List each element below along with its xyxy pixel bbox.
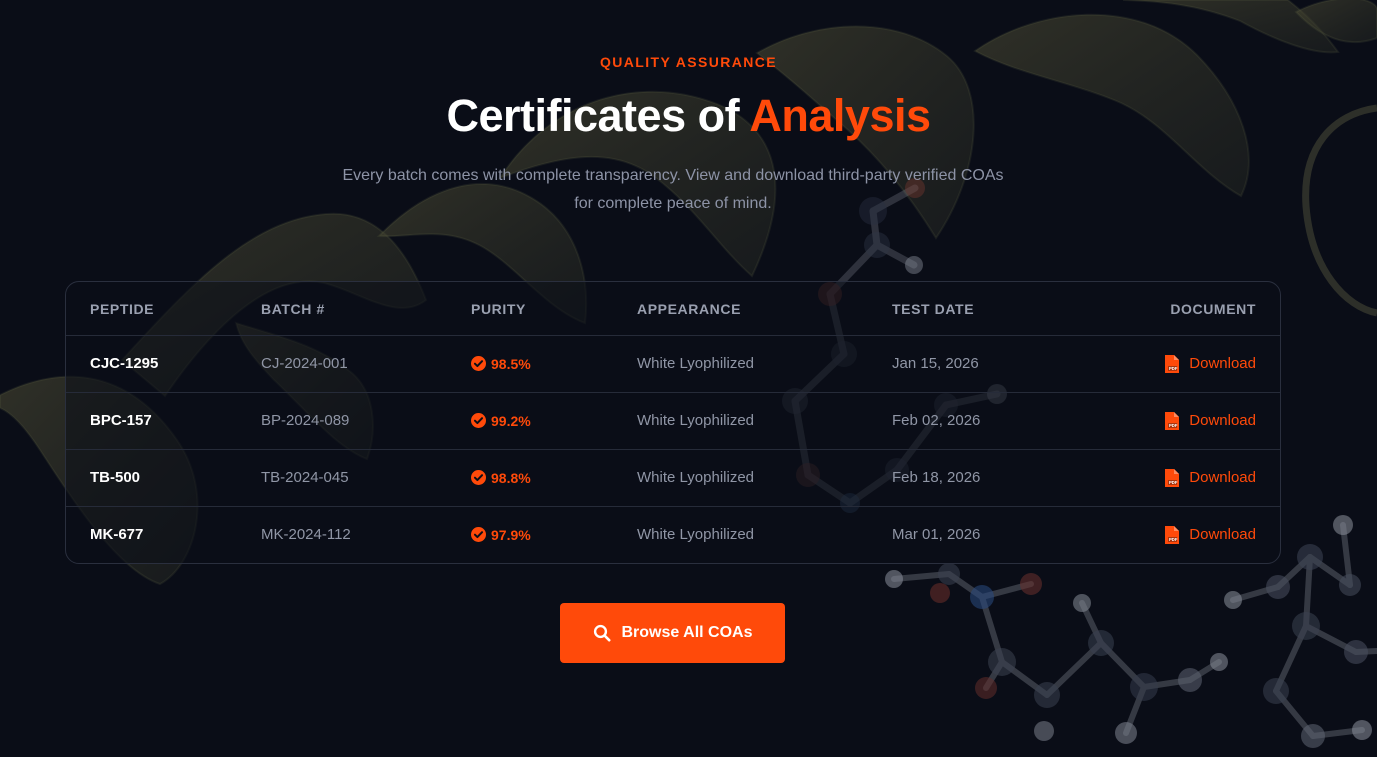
download-label: Download xyxy=(1189,469,1256,486)
svg-text:PDF: PDF xyxy=(1169,366,1178,371)
purity-value: 98.5% xyxy=(471,335,531,392)
test-date: Feb 02, 2026 xyxy=(892,412,981,429)
section-title: Certificates of Analysis xyxy=(0,86,1377,146)
purity-text: 99.2% xyxy=(491,412,531,429)
test-date: Jan 15, 2026 xyxy=(892,355,979,372)
check-circle-icon xyxy=(471,356,486,371)
download-link[interactable]: PDF Download xyxy=(1164,411,1256,430)
peptide-name: TB-500 xyxy=(90,469,141,486)
peptide-header: PEPTIDE xyxy=(90,300,155,317)
appearance-header: APPEARANCE xyxy=(637,300,742,317)
download-label: Download xyxy=(1189,526,1256,543)
svg-text:PDF: PDF xyxy=(1169,423,1178,428)
document-cell: PDF Download xyxy=(1164,335,1256,392)
pdf-file-icon: PDF xyxy=(1165,468,1180,487)
purity-text: 98.8% xyxy=(491,469,531,486)
purity-text: 97.9% xyxy=(491,526,531,543)
coa-table: PEPTIDE BATCH # PURITY APPEARANCE TEST D… xyxy=(65,281,1281,564)
section-subtitle: Every batch comes with complete transpar… xyxy=(342,167,1004,212)
document-cell: PDF Download xyxy=(1164,392,1256,449)
test-date: Mar 01, 2026 xyxy=(892,526,981,543)
download-label: Download xyxy=(1189,412,1256,429)
title-accent-text: Analysis xyxy=(749,90,931,141)
download-label: Download xyxy=(1189,355,1256,372)
browse-all-coas-button[interactable]: Browse All COAs xyxy=(560,603,785,663)
svg-text:PDF: PDF xyxy=(1169,537,1178,542)
purity-value: 97.9% xyxy=(471,506,531,563)
purity-value: 98.8% xyxy=(471,449,531,506)
table-row: BPC-157 BP-2024-089 99.2% White Lyophili… xyxy=(66,392,1280,450)
section-eyebrow: QUALITY ASSURANCE xyxy=(599,54,778,70)
download-link[interactable]: PDF Download xyxy=(1164,468,1256,487)
pdf-file-icon: PDF xyxy=(1165,411,1180,430)
search-icon xyxy=(593,624,611,642)
document-cell: PDF Download xyxy=(1164,506,1256,563)
purity-header: PURITY xyxy=(471,300,526,317)
test-date-header: TEST DATE xyxy=(892,300,975,317)
appearance-value: White Lyophilized xyxy=(637,355,755,372)
peptide-name: CJC-1295 xyxy=(90,355,159,372)
table-header-row: PEPTIDE BATCH # PURITY APPEARANCE TEST D… xyxy=(66,282,1280,336)
peptide-name: BPC-157 xyxy=(90,412,152,429)
test-date: Feb 18, 2026 xyxy=(892,469,981,486)
table-row: MK-677 MK-2024-112 97.9% White Lyophiliz… xyxy=(66,506,1280,563)
batch-header: BATCH # xyxy=(261,300,325,317)
peptide-name: MK-677 xyxy=(90,526,144,543)
purity-value: 99.2% xyxy=(471,392,531,449)
check-circle-icon xyxy=(471,527,486,542)
certificates-section: QUALITY ASSURANCE Certificates of Analys… xyxy=(0,0,1377,757)
document-header: DOCUMENT xyxy=(1170,300,1256,317)
title-main-text: Certificates of xyxy=(446,90,750,141)
batch-number: CJ-2024-001 xyxy=(261,355,348,372)
table-row: TB-500 TB-2024-045 98.8% White Lyophiliz… xyxy=(66,449,1280,507)
batch-number: BP-2024-089 xyxy=(261,412,350,429)
check-circle-icon xyxy=(471,470,486,485)
batch-number: MK-2024-112 xyxy=(261,526,351,543)
browse-button-label: Browse All COAs xyxy=(621,624,753,641)
pdf-file-icon: PDF xyxy=(1165,525,1180,544)
download-link[interactable]: PDF Download xyxy=(1164,525,1256,544)
check-circle-icon xyxy=(471,413,486,428)
pdf-file-icon: PDF xyxy=(1165,354,1180,373)
appearance-value: White Lyophilized xyxy=(637,526,755,543)
appearance-value: White Lyophilized xyxy=(637,469,755,486)
table-row: CJC-1295 CJ-2024-001 98.5% White Lyophil… xyxy=(66,335,1280,393)
download-link[interactable]: PDF Download xyxy=(1164,354,1256,373)
appearance-value: White Lyophilized xyxy=(637,412,755,429)
svg-text:PDF: PDF xyxy=(1169,480,1178,485)
batch-number: TB-2024-045 xyxy=(261,469,349,486)
document-cell: PDF Download xyxy=(1164,449,1256,506)
purity-text: 98.5% xyxy=(491,355,531,372)
